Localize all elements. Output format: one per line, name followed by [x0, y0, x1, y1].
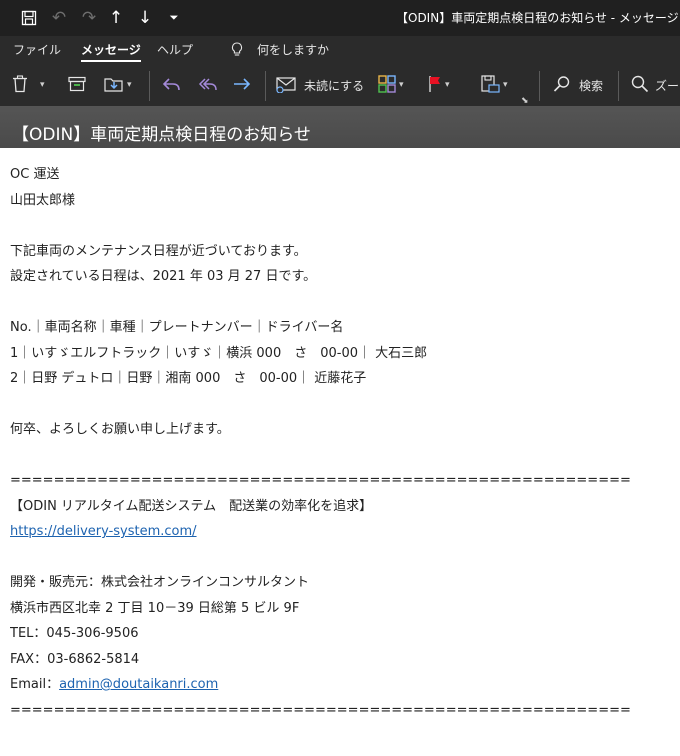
- reply-button[interactable]: [161, 72, 181, 98]
- chevron-down-icon[interactable]: ▾: [399, 80, 404, 90]
- body-line: [10, 392, 670, 418]
- categorize-icon: [378, 74, 396, 96]
- message-body: OC 運送 山田太郎様 下記車両のメンテナンス日程が近づいております。 設定され…: [10, 162, 670, 723]
- trash-icon: [12, 74, 28, 96]
- delete-button[interactable]: ▾: [12, 72, 45, 98]
- title-bar: ↶ ↷ ↑ ↓ ⏷ 【ODIN】車両定期点検日程のお知らせ - メッセージ (H…: [0, 0, 680, 36]
- zoom-icon: [631, 75, 649, 96]
- previous-item-icon[interactable]: ↑: [104, 6, 128, 30]
- signature-address: 横浜市西区北幸 2 丁目 10－39 日総第 5 ビル 9F: [10, 600, 300, 616]
- body-line: 山田太郎様: [10, 192, 76, 208]
- ribbon-toolbar: ▾ ▾ 未読にする ▾ ▾ ▾ ⬊ 検索 ズー: [0, 64, 680, 106]
- body-line: [10, 290, 670, 316]
- archive-button[interactable]: [68, 72, 86, 98]
- tab-help[interactable]: ヘルプ: [157, 36, 193, 64]
- tab-file[interactable]: ファイル: [13, 36, 61, 64]
- table-row: 1｜いすゞエルフトラック｜いすゞ｜横浜 000 さ 00-00｜ 大石三郎: [10, 345, 428, 361]
- rules-icon: [480, 74, 500, 96]
- reply-icon: [161, 76, 181, 95]
- separator-line: ========================================…: [10, 473, 631, 488]
- signature-tagline: 【ODIN リアルタイム配送システム 配送業の効率化を追求】: [10, 498, 373, 514]
- archive-icon: [68, 76, 86, 95]
- toolbar-divider: [265, 71, 266, 101]
- chevron-down-icon[interactable]: ▾: [445, 80, 450, 90]
- zoom-label: ズー: [655, 78, 680, 93]
- envelope-icon: [276, 75, 298, 96]
- message-subject: 【ODIN】車両定期点検日程のお知らせ: [12, 125, 311, 145]
- body-line: OC 運送: [10, 167, 60, 182]
- separator-line: ========================================…: [10, 702, 631, 718]
- forward-button[interactable]: [232, 72, 252, 98]
- reply-all-button[interactable]: [196, 72, 218, 98]
- save-icon[interactable]: [17, 6, 41, 30]
- find-button[interactable]: 検索: [553, 72, 603, 98]
- categorize-button[interactable]: ▾: [378, 72, 404, 98]
- reply-all-icon: [196, 76, 218, 95]
- email-label: Email：: [10, 677, 60, 692]
- body-line: 何卒、よろしくお願い申し上げます。: [10, 422, 230, 437]
- undo-icon[interactable]: ↶: [47, 6, 71, 30]
- ribbon-tabs: ファイル メッセージ ヘルプ 何をしますか: [0, 36, 680, 64]
- toolbar-divider: [149, 71, 150, 101]
- lightbulb-icon: [228, 36, 246, 64]
- body-line: [10, 545, 670, 571]
- tab-message[interactable]: メッセージ: [81, 36, 141, 64]
- signature-company: 開発・販売元：株式会社オンラインコンサルタント: [10, 575, 310, 590]
- find-label: 検索: [579, 78, 604, 93]
- tell-me-search[interactable]: 何をしますか: [257, 36, 329, 64]
- table-row: 2｜日野 デュトロ｜日野｜湘南 000 さ 00-00｜ 近藤花子: [10, 371, 367, 386]
- window-title: 【ODIN】車両定期点検日程のお知らせ - メッセージ (HT: [396, 11, 680, 25]
- forward-icon: [232, 76, 252, 95]
- next-item-icon[interactable]: ↓: [133, 6, 157, 30]
- table-header-line: No.｜車両名称｜車種｜プレートナンバー｜ドライバー名: [10, 320, 344, 335]
- move-button[interactable]: ▾: [104, 72, 132, 98]
- search-icon: [553, 75, 571, 96]
- redo-icon[interactable]: ↷: [77, 6, 101, 30]
- body-line: [10, 443, 670, 469]
- chevron-down-icon[interactable]: ▾: [503, 80, 508, 90]
- zoom-button[interactable]: ズー: [631, 72, 679, 98]
- email-line: Email：admin@doutaikanri.com: [10, 672, 670, 698]
- follow-up-button[interactable]: ▾: [428, 72, 450, 98]
- chevron-down-icon[interactable]: ▾: [127, 80, 132, 90]
- mark-unread-button[interactable]: 未読にする: [276, 72, 364, 98]
- website-link[interactable]: https://delivery-system.com/: [10, 524, 197, 539]
- email-link[interactable]: admin@doutaikanri.com: [59, 677, 218, 692]
- move-to-folder-icon: [104, 75, 124, 96]
- flag-icon: [428, 75, 442, 96]
- toolbar-divider: [539, 71, 540, 101]
- rules-button[interactable]: ▾: [480, 72, 508, 98]
- subject-header: 【ODIN】車両定期点検日程のお知らせ: [0, 106, 680, 148]
- body-line: [10, 213, 670, 239]
- signature-fax: FAX：03-6862-5814: [10, 651, 140, 667]
- toolbar-divider: [618, 71, 619, 101]
- body-line: 設定されている日程は、2021 年 03 月 27 日です。: [10, 269, 317, 284]
- customize-quick-access-icon[interactable]: ⏷: [162, 6, 186, 30]
- website-line: https://delivery-system.com/: [10, 519, 670, 545]
- mark-unread-label: 未読にする: [304, 78, 365, 93]
- signature-tel: TEL：045-306-9506: [10, 626, 139, 641]
- chevron-down-icon[interactable]: ▾: [40, 80, 45, 90]
- body-line: 下記車両のメンテナンス日程が近づいております。: [10, 243, 307, 259]
